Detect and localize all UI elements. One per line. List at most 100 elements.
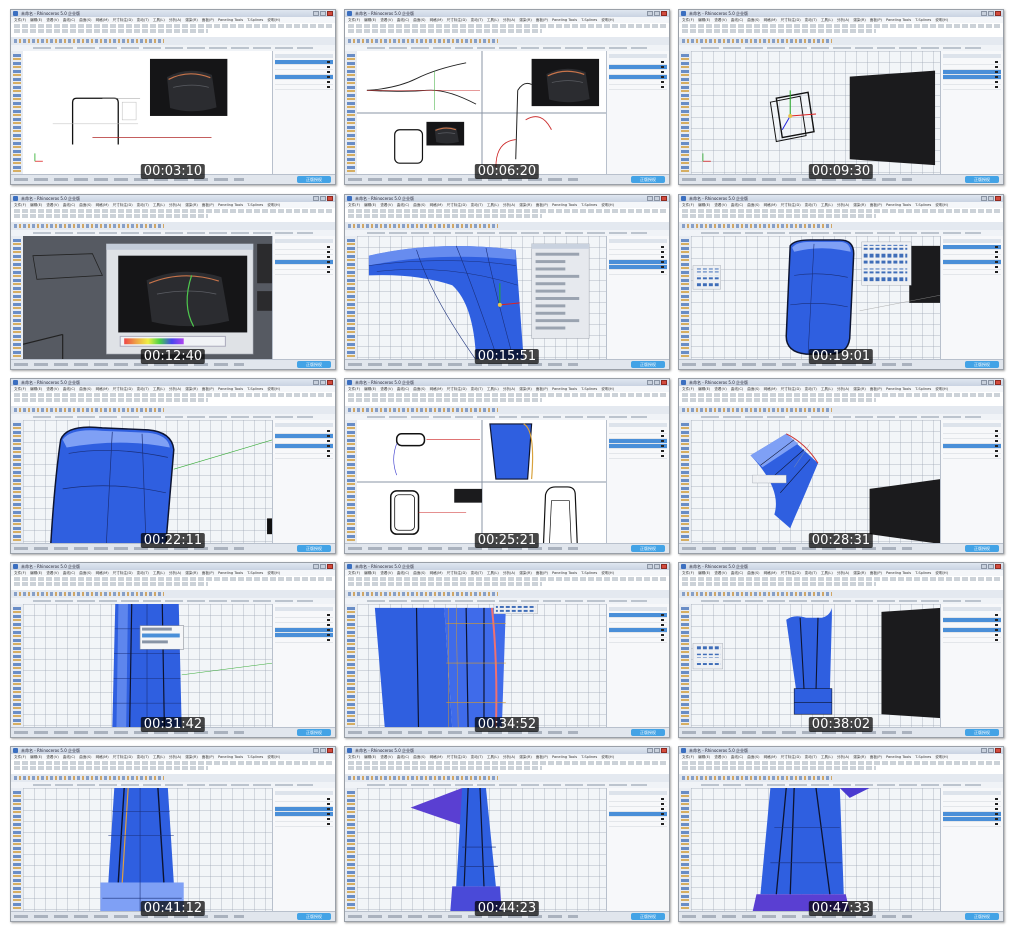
menu-item[interactable]: 网格(M) <box>96 203 109 207</box>
close-button[interactable] <box>661 11 667 16</box>
layer-row[interactable] <box>943 270 1001 275</box>
menu-item[interactable]: T-Splines <box>915 755 931 759</box>
video-thumbnail[interactable]: 未命名 - Rhinoceros 5.0 企业版 文件(F) 编辑(E) 查看(V)… <box>344 9 670 185</box>
maximize-button[interactable] <box>654 196 660 201</box>
menu-item[interactable]: 尺寸标注(D) <box>113 571 133 575</box>
menu-item[interactable]: 曲线(C) <box>63 755 76 759</box>
maximize-button[interactable] <box>988 564 994 569</box>
video-thumbnail[interactable]: 未命名 - Rhinoceros 5.0 企业版 文件(F) 编辑(E) 查看(V)… <box>10 378 336 554</box>
menu-item[interactable]: 曲面(S) <box>747 203 759 207</box>
menu-item[interactable]: 变动(T) <box>471 571 483 575</box>
menu-item[interactable]: 编辑(E) <box>364 571 376 575</box>
layer-row[interactable] <box>609 270 667 275</box>
video-thumbnail[interactable]: 未命名 - Rhinoceros 5.0 企业版 文件(F) 编辑(E) 查看(V)… <box>10 562 336 738</box>
video-thumbnail[interactable]: 未命名 - Rhinoceros 5.0 企业版 文件(F) 编辑(E) 查看(V)… <box>10 9 336 185</box>
menu-item[interactable]: 查看(V) <box>46 755 58 759</box>
menu-item[interactable]: 变动(T) <box>137 387 149 391</box>
menu-item[interactable]: 面板(P) <box>536 387 548 391</box>
menu-item[interactable]: 说明(H) <box>601 755 614 759</box>
menu-item[interactable]: T-Splines <box>247 387 263 391</box>
menu-item[interactable]: Paneling Tools <box>886 571 911 575</box>
menu-item[interactable]: T-Splines <box>915 387 931 391</box>
menu-item[interactable]: T-Splines <box>247 203 263 207</box>
menu-item[interactable]: 曲线(C) <box>731 203 744 207</box>
menu-item[interactable]: 查看(V) <box>46 203 58 207</box>
layer-row[interactable] <box>609 454 667 459</box>
minimize-button[interactable] <box>647 380 653 385</box>
menu-item[interactable]: 变动(T) <box>805 18 817 22</box>
viewport[interactable] <box>691 788 941 912</box>
menu-item[interactable]: 文件(F) <box>14 203 26 207</box>
menu-item[interactable]: 查看(V) <box>46 571 58 575</box>
maximize-button[interactable] <box>988 748 994 753</box>
menu-item[interactable]: 网格(M) <box>764 203 777 207</box>
menu-item[interactable]: 渲染(R) <box>185 387 198 391</box>
menu-item[interactable]: 说明(H) <box>267 387 280 391</box>
menu-item[interactable]: 说明(H) <box>601 18 614 22</box>
menu-item[interactable]: 编辑(E) <box>698 571 710 575</box>
menu-item[interactable]: 网格(M) <box>764 571 777 575</box>
viewport[interactable] <box>691 51 941 175</box>
video-thumbnail[interactable]: 未命名 - Rhinoceros 5.0 企业版 文件(F) 编辑(E) 查看(V)… <box>344 194 670 370</box>
menu-item[interactable]: 尺寸标注(D) <box>447 755 467 759</box>
menu-item[interactable]: 文件(F) <box>14 18 26 22</box>
menu-item[interactable]: 网格(M) <box>430 18 443 22</box>
menu-item[interactable]: 查看(V) <box>714 571 726 575</box>
video-thumbnail[interactable]: 未命名 - Rhinoceros 5.0 企业版 文件(F) 编辑(E) 查看(V)… <box>10 194 336 370</box>
menu-item[interactable]: 网格(M) <box>430 755 443 759</box>
menu-item[interactable]: 变动(T) <box>805 203 817 207</box>
menu-item[interactable]: 分析(A) <box>169 203 181 207</box>
close-button[interactable] <box>995 748 1001 753</box>
menu-item[interactable]: 说明(H) <box>935 387 948 391</box>
menu-item[interactable]: 文件(F) <box>682 571 694 575</box>
video-thumbnail[interactable]: 未命名 - Rhinoceros 5.0 企业版 文件(F) 编辑(E) 查看(V)… <box>678 746 1004 922</box>
close-button[interactable] <box>327 380 333 385</box>
minimize-button[interactable] <box>313 564 319 569</box>
menu-item[interactable]: 变动(T) <box>805 387 817 391</box>
menu-item[interactable]: 网格(M) <box>430 571 443 575</box>
maximize-button[interactable] <box>320 564 326 569</box>
menu-item[interactable]: 编辑(E) <box>30 571 42 575</box>
menu-item[interactable]: 查看(V) <box>46 387 58 391</box>
video-thumbnail[interactable]: 未命名 - Rhinoceros 5.0 企业版 文件(F) 编辑(E) 查看(V)… <box>344 562 670 738</box>
menu-item[interactable]: 曲线(C) <box>731 571 744 575</box>
layer-row[interactable] <box>275 270 333 275</box>
close-button[interactable] <box>327 11 333 16</box>
menu-item[interactable]: 工具(L) <box>487 755 499 759</box>
menu-item[interactable]: 编辑(E) <box>364 387 376 391</box>
menu-item[interactable]: T-Splines <box>915 203 931 207</box>
viewport[interactable] <box>357 236 607 360</box>
menu-item[interactable]: 曲线(C) <box>63 18 76 22</box>
menu-item[interactable]: 变动(T) <box>805 755 817 759</box>
menu-item[interactable]: 工具(L) <box>153 387 165 391</box>
video-thumbnail[interactable]: 未命名 - Rhinoceros 5.0 企业版 文件(F) 编辑(E) 查看(V)… <box>678 562 1004 738</box>
menu-item[interactable]: 曲线(C) <box>397 387 410 391</box>
menu-item[interactable]: T-Splines <box>915 571 931 575</box>
menu-item[interactable]: 渲染(R) <box>519 387 532 391</box>
menu-item[interactable]: 面板(P) <box>202 18 214 22</box>
menu-item[interactable]: 尺寸标注(D) <box>113 18 133 22</box>
close-button[interactable] <box>661 196 667 201</box>
menu-item[interactable]: 尺寸标注(D) <box>447 18 467 22</box>
menu-item[interactable]: T-Splines <box>915 18 931 22</box>
menu-item[interactable]: Paneling Tools <box>886 755 911 759</box>
maximize-button[interactable] <box>988 380 994 385</box>
menu-item[interactable]: Paneling Tools <box>552 755 577 759</box>
menu-item[interactable]: T-Splines <box>247 755 263 759</box>
video-thumbnail[interactable]: 未命名 - Rhinoceros 5.0 企业版 文件(F) 编辑(E) 查看(V)… <box>10 746 336 922</box>
menu-item[interactable]: 尺寸标注(D) <box>781 203 801 207</box>
menu-item[interactable]: 工具(L) <box>821 203 833 207</box>
menu-item[interactable]: 曲线(C) <box>63 203 76 207</box>
menu-item[interactable]: 面板(P) <box>202 755 214 759</box>
minimize-button[interactable] <box>313 748 319 753</box>
layer-row[interactable] <box>943 454 1001 459</box>
viewport[interactable] <box>357 788 607 912</box>
layer-row[interactable] <box>943 85 1001 90</box>
menu-item[interactable]: 工具(L) <box>153 18 165 22</box>
menu-item[interactable]: 渲染(R) <box>853 203 866 207</box>
menu-item[interactable]: 曲面(S) <box>79 755 91 759</box>
menu-item[interactable]: 查看(V) <box>380 387 392 391</box>
menu-item[interactable]: 编辑(E) <box>698 203 710 207</box>
menu-item[interactable]: 曲面(S) <box>747 755 759 759</box>
menu-item[interactable]: Paneling Tools <box>552 203 577 207</box>
